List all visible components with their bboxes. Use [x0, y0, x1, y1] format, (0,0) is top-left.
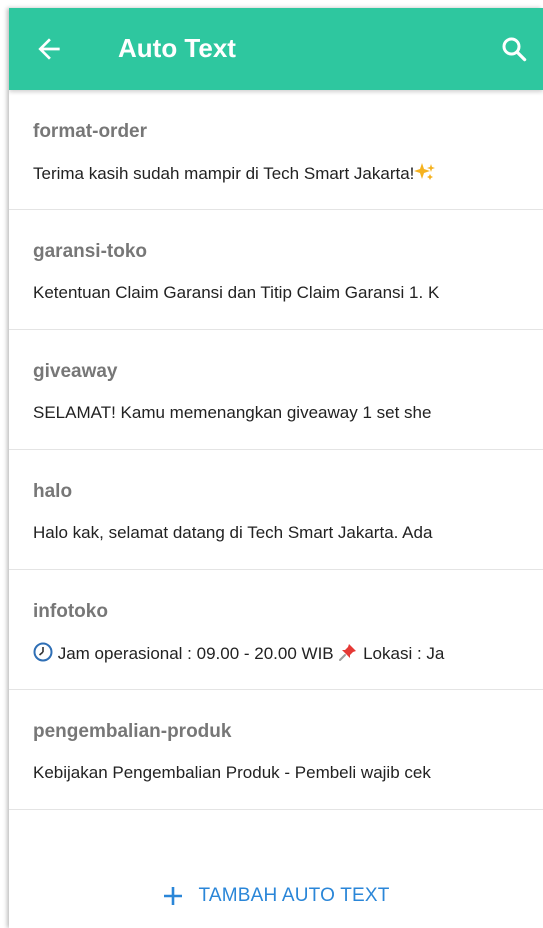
item-name: garansi-toko	[33, 241, 148, 262]
item-preview-text: Jam operasional : 09.00 - 20.00 WIB	[53, 644, 339, 663]
item-name: infotoko	[33, 601, 108, 622]
auto-text-list: format-order Terima kasih sudah mampir d…	[9, 90, 543, 810]
clock-icon	[33, 642, 53, 662]
list-item[interactable]: garansi-toko Ketentuan Claim Garansi dan…	[9, 210, 543, 330]
list-item[interactable]: infotoko Jam operasional : 09.00 - 20.00…	[9, 570, 543, 690]
item-name: giveaway	[33, 361, 118, 382]
pushpin-icon	[339, 644, 357, 661]
list-item[interactable]: giveaway SELAMAT! Kamu memenangkan givea…	[9, 330, 543, 450]
item-preview: SELAMAT! Kamu memenangkan giveaway 1 set…	[33, 403, 432, 422]
item-name: halo	[33, 481, 73, 502]
arrow-back-icon[interactable]	[33, 33, 65, 65]
item-preview-text: Terima kasih sudah mampir di Tech Smart …	[33, 164, 415, 183]
page-title: Auto Text	[118, 33, 236, 63]
screen: Auto Text format-order Terima kasih suda…	[9, 8, 543, 928]
list-item[interactable]: pengembalian-produk Kebijakan Pengembali…	[9, 690, 543, 810]
app-bar: Auto Text	[9, 8, 543, 90]
item-name: format-order	[33, 121, 148, 142]
list-item[interactable]: halo Halo kak, selamat datang di Tech Sm…	[9, 450, 543, 570]
add-auto-text-button[interactable]: TAMBAH AUTO TEXT	[9, 876, 543, 916]
item-preview: Ketentuan Claim Garansi dan Titip Claim …	[33, 283, 440, 302]
item-preview-text-2: Lokasi : Ja	[358, 644, 445, 663]
list-item[interactable]: format-order Terima kasih sudah mampir d…	[9, 90, 543, 210]
item-name: pengembalian-produk	[33, 721, 232, 742]
plus-icon	[164, 887, 183, 905]
add-auto-text-label: TAMBAH AUTO TEXT	[198, 885, 390, 906]
item-preview: Jam operasional : 09.00 - 20.00 WIB Loka…	[33, 642, 543, 665]
item-preview: Kebijakan Pengembalian Produk - Pembeli …	[33, 763, 431, 782]
item-preview: Halo kak, selamat datang di Tech Smart J…	[33, 523, 433, 542]
item-preview: Terima kasih sudah mampir di Tech Smart …	[33, 162, 543, 185]
sparkles-icon	[414, 163, 436, 180]
search-icon[interactable]	[499, 34, 529, 64]
